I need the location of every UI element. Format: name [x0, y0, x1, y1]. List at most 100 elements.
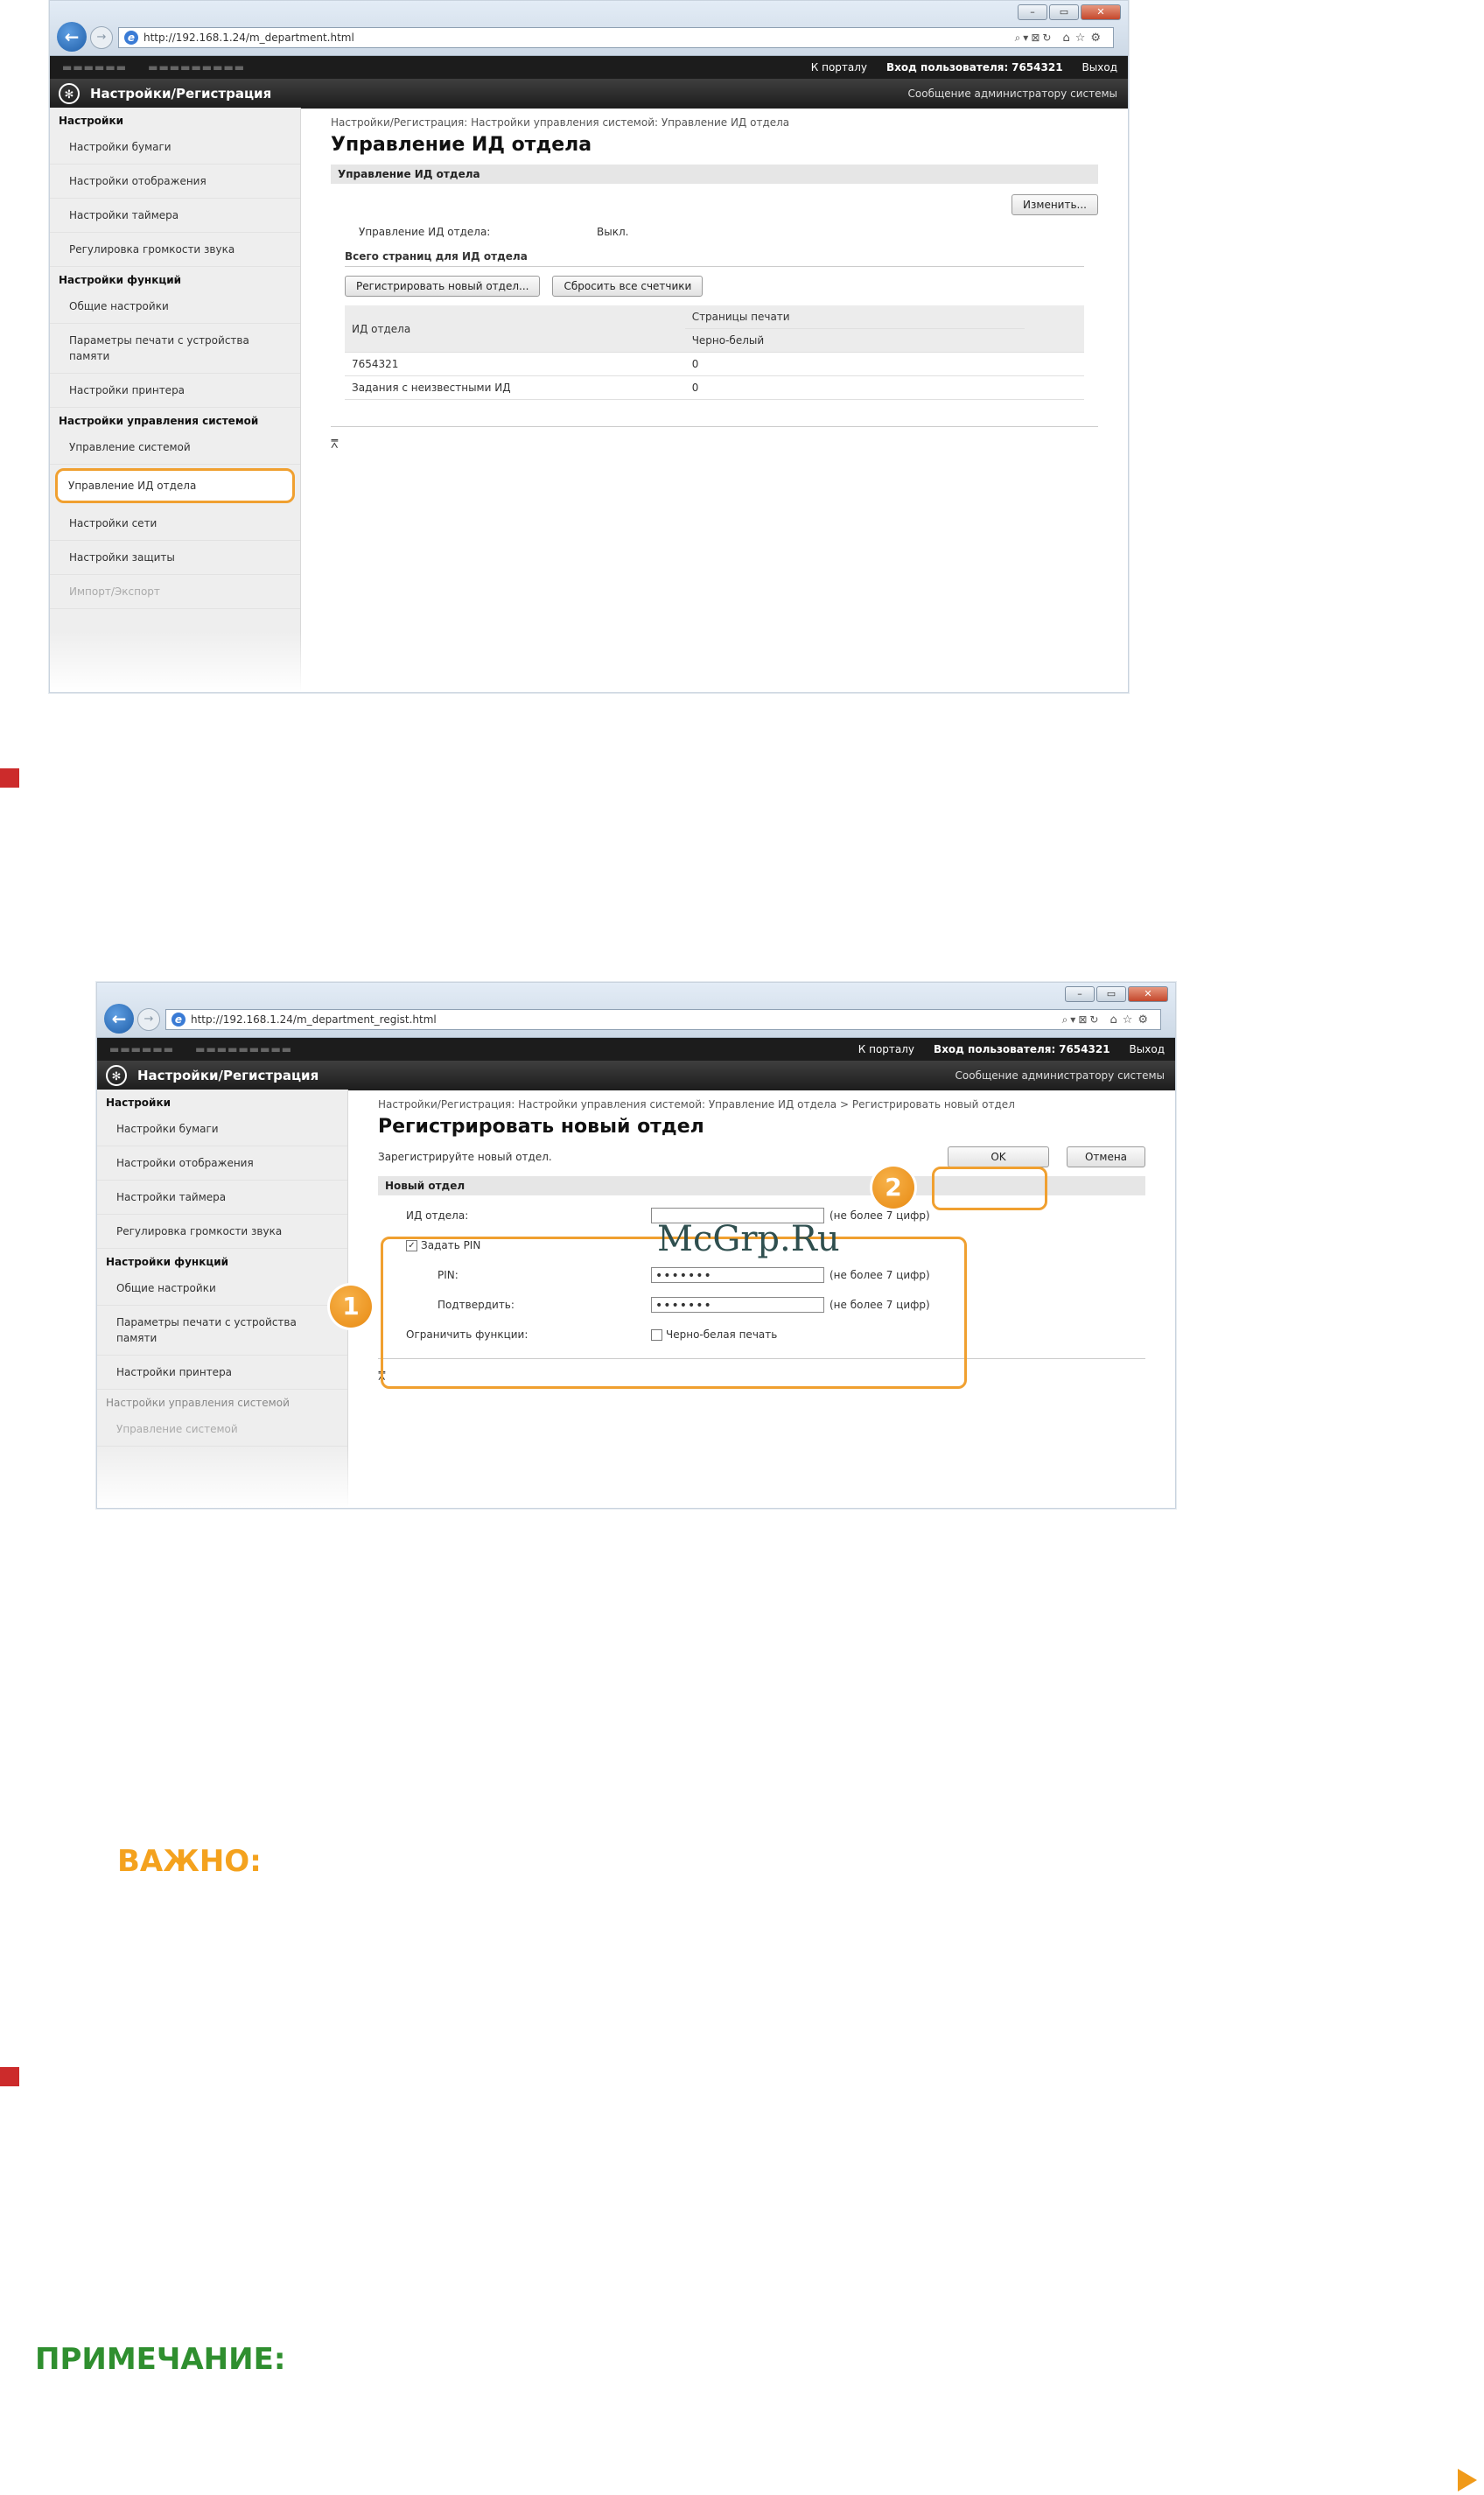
sidebar-group-functions: Настройки функций — [106, 1256, 229, 1268]
app-title: Настройки/Регистрация — [90, 86, 272, 102]
reset-counters-button[interactable]: Сбросить все счетчики — [552, 276, 704, 297]
sidebar: Настройки Настройки бумаги Настройки ото… — [97, 1090, 348, 1508]
login-user-info: Вход пользователя: 7654321 — [934, 1043, 1110, 1055]
portal-bar: ▬▬▬▬▬▬ ▬▬▬▬▬▬▬▬▬ К порталу Вход пользова… — [50, 56, 1128, 79]
sidebar-item-memory-print[interactable]: Параметры печати с устройства памяти — [50, 324, 300, 374]
dept-id-hint: (не более 7 цифр) — [830, 1209, 930, 1222]
address-bar[interactable]: e http://192.168.1.24/m_department.html … — [118, 27, 1114, 48]
register-new-department-button[interactable]: Регистрировать новый отдел... — [345, 276, 541, 297]
search-refresh-icons[interactable]: ⌕▾⊠↻ — [1062, 1013, 1102, 1027]
admin-message-link[interactable]: Сообщение администратору системы — [956, 1069, 1165, 1082]
back-arrow-icon[interactable]: ← — [57, 22, 87, 52]
next-page-arrow-icon[interactable] — [1458, 2469, 1477, 2491]
address-bar[interactable]: e http://192.168.1.24/m_department_regis… — [165, 1009, 1161, 1030]
home-star-gear-icons[interactable]: ⌂☆⚙ — [1110, 1013, 1153, 1027]
sidebar-item-system-management[interactable]: Управление системой — [50, 431, 300, 465]
note-heading: ПРИМЕЧАНИЕ: — [35, 2342, 286, 2377]
sidebar-item-printer[interactable]: Настройки принтера — [97, 1356, 347, 1390]
sidebar-item-department-id[interactable]: Управление ИД отдела — [55, 468, 295, 503]
callout-1: 1 — [330, 1286, 372, 1328]
minimize-icon[interactable]: – — [1065, 986, 1095, 1002]
sidebar-item-network[interactable]: Настройки сети — [50, 507, 300, 541]
sidebar-item-volume[interactable]: Регулировка громкости звука — [97, 1215, 347, 1249]
url-text: http://192.168.1.24/m_department.html — [144, 32, 354, 44]
ok-button-highlight — [932, 1167, 1047, 1210]
important-heading: ВАЖНО: — [117, 1844, 262, 1879]
form-highlight — [381, 1237, 967, 1389]
close-icon[interactable]: ✕ — [1081, 4, 1121, 20]
forward-arrow-icon[interactable]: → — [90, 26, 113, 49]
sidebar-group-functions: Настройки функций — [59, 274, 182, 286]
sidebar-item-common[interactable]: Общие настройки — [97, 1272, 347, 1306]
back-arrow-icon[interactable]: ← — [104, 1004, 134, 1034]
watermark: McGrp.Ru — [657, 1219, 840, 1259]
step-marker — [0, 2067, 19, 2086]
dept-id-management-label: Управление ИД отдела: — [359, 226, 491, 238]
sidebar-item-volume[interactable]: Регулировка громкости звука — [50, 233, 300, 267]
sidebar-item-display[interactable]: Настройки отображения — [97, 1146, 347, 1181]
totals-title: Всего страниц для ИД отдела — [345, 250, 528, 263]
section-header: Управление ИД отдела — [331, 165, 1098, 184]
ok-button[interactable]: OK — [948, 1146, 1049, 1167]
breadcrumb: Настройки/Регистрация: Настройки управле… — [378, 1098, 1015, 1111]
sidebar-group-settings: Настройки — [59, 115, 124, 127]
minimize-icon[interactable]: – — [1018, 4, 1047, 20]
sidebar-item-display[interactable]: Настройки отображения — [50, 165, 300, 199]
portal-bar: ▬▬▬▬▬▬ ▬▬▬▬▬▬▬▬▬ К порталу Вход пользова… — [97, 1038, 1175, 1061]
login-user-info: Вход пользователя: 7654321 — [886, 61, 1063, 74]
admin-message-link[interactable]: Сообщение администратору системы — [908, 88, 1117, 100]
browser-toolbar: – ▭ ✕ ← → e http://192.168.1.24/m_depart… — [50, 1, 1128, 56]
sidebar-item-printer[interactable]: Настройки принтера — [50, 374, 300, 408]
app-body: Настройки Настройки бумаги Настройки ото… — [50, 108, 1128, 692]
ie-logo-icon: e — [124, 31, 138, 45]
sidebar-group-system: Настройки управления системой — [59, 415, 259, 427]
window-controls: – ▭ ✕ — [1065, 986, 1168, 1002]
back-to-top-icon[interactable]: ⩞ — [331, 438, 1098, 452]
sidebar-item-system-management[interactable]: Управление системой — [97, 1412, 347, 1447]
sidebar-item-timer[interactable]: Настройки таймера — [50, 199, 300, 233]
portal-link[interactable]: К порталу — [811, 61, 867, 74]
sidebar-item-timer[interactable]: Настройки таймера — [97, 1181, 347, 1215]
sidebar-group-settings: Настройки — [106, 1097, 172, 1109]
sidebar-item-memory-print[interactable]: Параметры печати с устройства памяти — [97, 1306, 347, 1356]
table-row: 7654321 0 — [345, 352, 1084, 376]
col-dept-id: ИД отдела — [345, 305, 685, 353]
window-controls: – ▭ ✕ — [1018, 4, 1121, 20]
settings-logo-icon: ✻ — [59, 83, 80, 104]
home-star-gear-icons[interactable]: ⌂☆⚙ — [1062, 32, 1106, 45]
maximize-icon[interactable]: ▭ — [1049, 4, 1079, 20]
screenshot-department-id-management: – ▭ ✕ ← → e http://192.168.1.24/m_depart… — [49, 0, 1129, 693]
logout-link[interactable]: Выход — [1082, 61, 1117, 74]
forward-arrow-icon[interactable]: → — [137, 1008, 160, 1031]
breadcrumb: Настройки/Регистрация: Настройки управле… — [331, 116, 790, 129]
sidebar-item-import-export[interactable]: Импорт/Экспорт — [50, 575, 300, 609]
edit-button[interactable]: Изменить... — [1012, 194, 1098, 215]
portal-link[interactable]: К порталу — [858, 1043, 914, 1055]
page-title: Регистрировать новый отдел — [378, 1116, 704, 1138]
sidebar-item-paper[interactable]: Настройки бумаги — [50, 130, 300, 165]
screenshot-register-new-department: – ▭ ✕ ← → e http://192.168.1.24/m_depart… — [96, 982, 1176, 1509]
url-text: http://192.168.1.24/m_department_regist.… — [191, 1013, 437, 1026]
search-refresh-icons[interactable]: ⌕▾⊠↻ — [1015, 32, 1054, 45]
sidebar-item-paper[interactable]: Настройки бумаги — [97, 1112, 347, 1146]
logout-link[interactable]: Выход — [1130, 1043, 1165, 1055]
cancel-button[interactable]: Отмена — [1067, 1146, 1145, 1167]
page-title: Управление ИД отдела — [331, 134, 592, 156]
app-header: ✻ Настройки/Регистрация Сообщение админи… — [50, 79, 1128, 109]
callout-2: 2 — [872, 1167, 914, 1209]
app-title: Настройки/Регистрация — [137, 1068, 319, 1083]
close-icon[interactable]: ✕ — [1128, 986, 1168, 1002]
ie-logo-icon: e — [172, 1013, 186, 1027]
table-row: Задания с неизвестными ИД 0 — [345, 375, 1084, 400]
sidebar-group-system: Настройки управления системой — [106, 1397, 290, 1409]
device-name: ▬▬▬▬▬▬ ▬▬▬▬▬▬▬▬▬ — [62, 61, 246, 74]
step-marker — [0, 768, 19, 788]
device-name: ▬▬▬▬▬▬ ▬▬▬▬▬▬▬▬▬ — [109, 1043, 293, 1055]
maximize-icon[interactable]: ▭ — [1096, 986, 1126, 1002]
browser-toolbar: – ▭ ✕ ← → e http://192.168.1.24/m_depart… — [97, 983, 1175, 1038]
sidebar-item-security[interactable]: Настройки защиты — [50, 541, 300, 575]
app-header: ✻ Настройки/Регистрация Сообщение админи… — [97, 1061, 1175, 1090]
sidebar-item-common[interactable]: Общие настройки — [50, 290, 300, 324]
dept-id-label: ИД отдела: — [406, 1209, 469, 1222]
col-black-white: Черно-белый — [684, 328, 1026, 353]
